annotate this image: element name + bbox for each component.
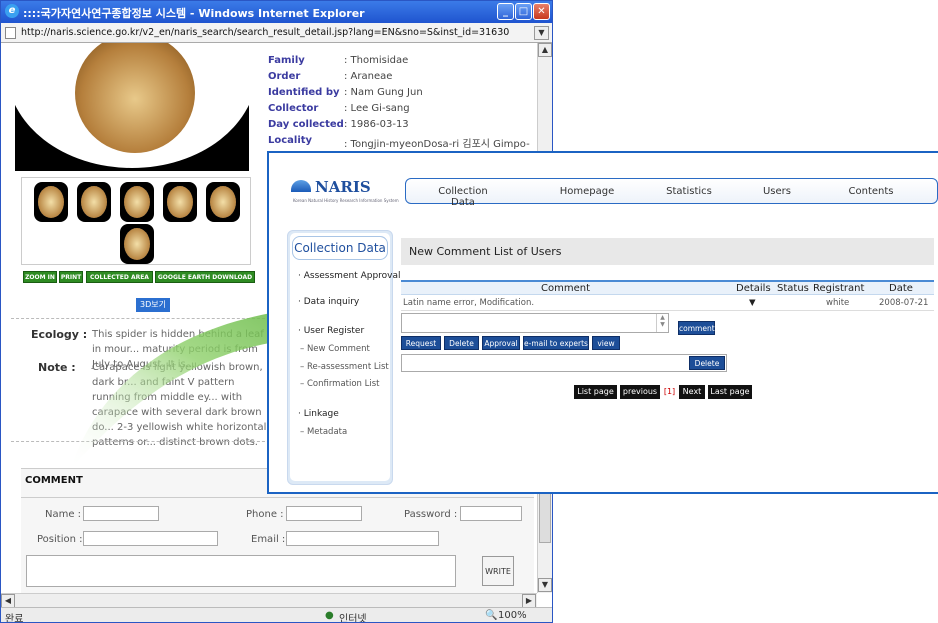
scroll-up-icon[interactable]: ▲ (538, 43, 552, 57)
col-comment: Comment (541, 283, 590, 294)
status-text: 완료 (5, 614, 24, 623)
thumbnail[interactable] (120, 182, 154, 222)
sidebar-title: Collection Data (292, 236, 388, 260)
nav-contents[interactable]: Contents (836, 186, 906, 197)
specimen-image (15, 43, 249, 171)
sidebar-item-metadata[interactable]: – Metadata (300, 427, 347, 437)
name-label: Name : (45, 509, 82, 520)
approval-button[interactable]: Approval (482, 336, 520, 350)
previous-button[interactable]: previous (620, 385, 660, 399)
email-field[interactable] (286, 531, 439, 546)
nav-users[interactable]: Users (742, 186, 812, 197)
cell-comment: Latin name error, Modification. (403, 298, 535, 308)
scroll-down-icon[interactable]: ▼ (538, 578, 552, 592)
password-label: Password : (404, 509, 458, 520)
position-field[interactable] (83, 531, 218, 546)
nav-collection-data[interactable]: Collection Data (428, 186, 498, 208)
comment-input[interactable]: ▲ ▼ (401, 313, 669, 333)
phone-field[interactable] (286, 506, 362, 521)
ie-icon: e (5, 4, 19, 18)
zoom-icon: 🔍 (485, 610, 498, 621)
name-field[interactable] (83, 506, 159, 521)
cell-date: 2008-07-21 (879, 298, 929, 308)
naris-logo[interactable]: NARIS Korean Natural History Research In… (291, 178, 399, 203)
list-page-button[interactable]: List page (574, 385, 617, 399)
logo-subtitle: Korean Natural History Research Informat… (293, 198, 399, 203)
thumbnail[interactable] (34, 182, 68, 222)
view-button[interactable]: view (592, 336, 620, 350)
position-label: Position : (37, 534, 83, 545)
naris-panel: NARIS Korean Natural History Research In… (267, 151, 938, 494)
chevron-down-icon[interactable]: ▼ (534, 26, 549, 40)
email-label: Email : (251, 534, 286, 545)
sidebar: Collection Data · Assessment Approval · … (287, 230, 401, 485)
thumbnail[interactable] (77, 182, 111, 222)
scroll-left-icon[interactable]: ◀ (1, 594, 15, 608)
col-date: Date (889, 283, 913, 294)
request-button[interactable]: Request (401, 336, 441, 350)
naris-logo-icon (291, 180, 311, 192)
cell-registrant: white (826, 298, 850, 308)
delete-reason-input[interactable] (401, 354, 727, 372)
col-registrant: Registrant (813, 283, 865, 294)
close-button[interactable]: ✕ (533, 3, 550, 20)
title-bar: e ::::국가자연사연구종합정보 시스템 - Windows Internet… (1, 1, 552, 23)
comment-button[interactable]: comment (678, 321, 715, 335)
thumbnail[interactable] (163, 182, 197, 222)
horizontal-scrollbar[interactable]: ◀ ▶ (1, 593, 537, 608)
textarea-scroll-icon[interactable]: ▲ ▼ (656, 314, 668, 332)
page-icon (5, 27, 16, 39)
nav-statistics[interactable]: Statistics (654, 186, 724, 197)
address-url[interactable]: http://naris.science.go.kr/v2_en/naris_s… (21, 27, 509, 38)
window-title: ::::국가자연사연구종합정보 시스템 - Windows Internet E… (23, 7, 365, 20)
last-page-button[interactable]: Last page (708, 385, 752, 399)
zoom-level[interactable]: 100% (498, 610, 527, 621)
thumbnail[interactable] (206, 182, 240, 222)
write-button[interactable]: WRITE (482, 556, 514, 586)
next-button[interactable]: Next (679, 385, 705, 399)
zone-text: 인터넷 (339, 614, 367, 623)
email-experts-button[interactable]: e-mail to experts (523, 336, 589, 350)
table-header: Comment Details Status Registrant Date (401, 280, 934, 295)
details-toggle-icon[interactable]: ▼ (749, 298, 756, 308)
top-nav: Collection Data Homepage Statistics User… (405, 178, 938, 208)
page-title: New Comment List of Users (409, 245, 562, 258)
sidebar-item-user-register[interactable]: · User Register (298, 326, 364, 336)
sidebar-item-assessment-approval[interactable]: · Assessment Approval (298, 271, 401, 281)
sidebar-item-reassessment-list[interactable]: – Re-assessment List (300, 362, 389, 372)
globe-icon: ● (325, 610, 334, 621)
sidebar-item-linkage[interactable]: · Linkage (298, 409, 339, 419)
maximize-button[interactable]: □ (515, 3, 532, 20)
password-field[interactable] (460, 506, 522, 521)
delete-confirm-button[interactable]: Delete (689, 356, 725, 370)
specimen-details: Family: Thomisidae Order: Araneae Identi… (268, 55, 530, 150)
nav-homepage[interactable]: Homepage (552, 186, 622, 197)
status-bar: 완료 ● 인터넷 🔍 100% (1, 607, 552, 623)
sidebar-item-confirmation-list[interactable]: – Confirmation List (300, 379, 380, 389)
minimize-button[interactable]: _ (497, 3, 514, 20)
col-status: Status (777, 283, 809, 294)
sidebar-item-data-inquiry[interactable]: · Data inquiry (298, 297, 359, 307)
page-number[interactable]: [1] (662, 385, 677, 399)
sidebar-item-new-comment[interactable]: – New Comment (300, 344, 370, 354)
col-details: Details (736, 283, 771, 294)
table-row[interactable]: Latin name error, Modification. ▼ white … (401, 296, 934, 311)
comment-textarea[interactable] (26, 555, 456, 587)
delete-button[interactable]: Delete (444, 336, 479, 350)
address-bar[interactable]: http://naris.science.go.kr/v2_en/naris_s… (1, 23, 552, 43)
page-title-bar: New Comment List of Users (401, 238, 934, 265)
phone-label: Phone : (246, 509, 284, 520)
scroll-right-icon[interactable]: ▶ (522, 594, 536, 608)
